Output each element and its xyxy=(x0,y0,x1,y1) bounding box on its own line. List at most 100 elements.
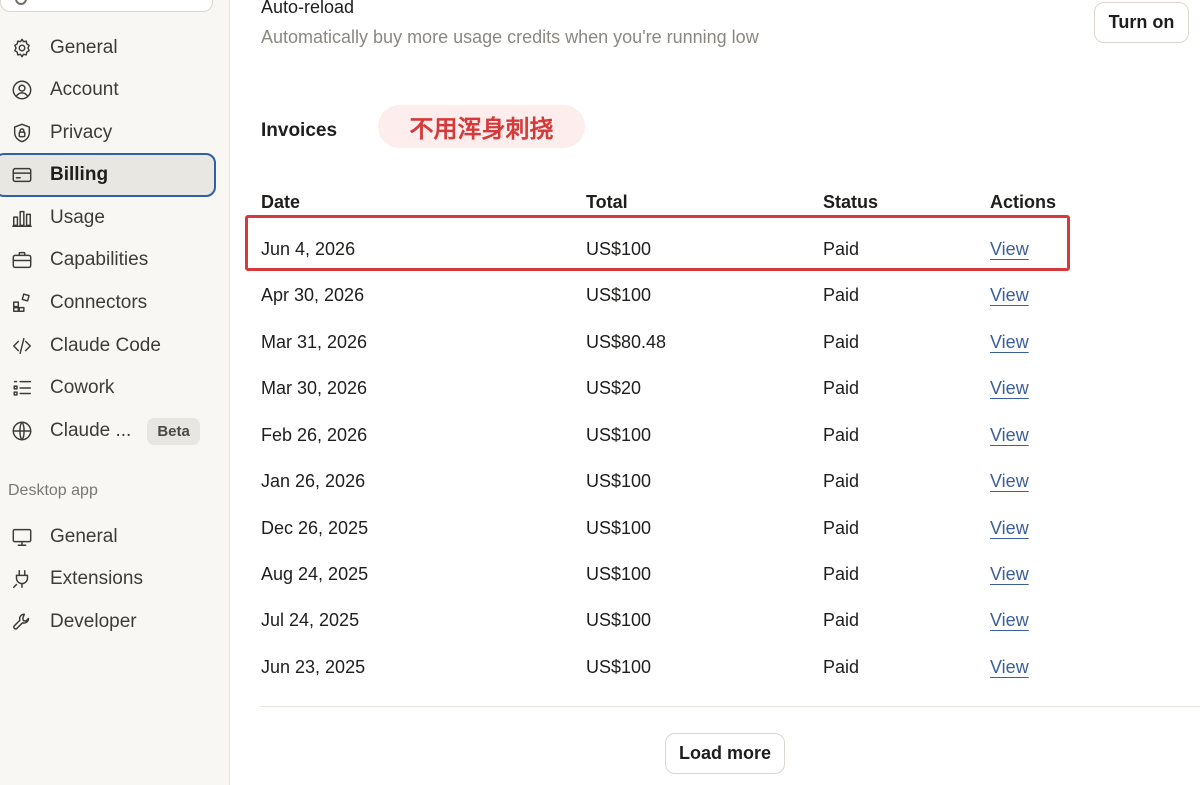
invoice-status: Paid xyxy=(823,239,860,259)
view-invoice-link[interactable]: View xyxy=(990,551,1029,597)
sidebar-item-connectors[interactable]: Connectors xyxy=(0,281,216,325)
sidebar-item-extensions[interactable]: Extensions xyxy=(0,557,216,601)
view-invoice-link[interactable]: View xyxy=(990,365,1029,411)
search-icon xyxy=(15,0,27,5)
column-header-status: Status xyxy=(823,192,879,212)
sidebar-item-developer[interactable]: Developer xyxy=(0,600,216,644)
invoice-date: Mar 30, 2026 xyxy=(261,378,368,398)
invoice-status: Paid xyxy=(823,285,860,305)
invoice-total: US$80.48 xyxy=(586,332,667,352)
invoice-total: US$100 xyxy=(586,657,652,677)
auto-reload-title: Auto-reload xyxy=(261,0,355,17)
sidebar-item-desktop-general[interactable]: General xyxy=(0,515,216,559)
invoice-status: Paid xyxy=(823,610,860,630)
view-invoice-link[interactable]: View xyxy=(990,412,1029,458)
invoice-date: Jul 24, 2025 xyxy=(261,610,360,630)
sidebar-item-cowork[interactable]: Cowork xyxy=(0,366,216,410)
invoice-total: US$100 xyxy=(586,471,652,491)
invoice-total: US$100 xyxy=(586,518,652,538)
table-row: Mar 31, 2026 US$80.48 Paid View xyxy=(230,319,1200,365)
table-row: Jan 26, 2026 US$100 Paid View xyxy=(230,458,1200,504)
sidebar-item-label: Billing xyxy=(50,164,109,185)
shield-lock-icon xyxy=(10,121,34,145)
auto-reload-description: Automatically buy more usage credits whe… xyxy=(261,27,759,47)
invoice-status: Paid xyxy=(823,564,860,584)
invoice-date: Dec 26, 2025 xyxy=(261,518,369,538)
briefcase-icon xyxy=(10,248,34,272)
invoice-date: Feb 26, 2026 xyxy=(261,425,368,445)
billing-content: Auto-reload Automatically buy more usage… xyxy=(230,0,1200,785)
sidebar-item-billing[interactable]: Billing xyxy=(0,153,216,197)
credit-card-icon xyxy=(10,163,34,187)
view-invoice-link[interactable]: View xyxy=(990,226,1029,272)
table-row: Dec 26, 2025 US$100 Paid View xyxy=(230,505,1200,551)
invoice-date: Jan 26, 2026 xyxy=(261,471,366,491)
sidebar-item-claude-code[interactable]: Claude Code xyxy=(0,324,216,368)
wrench-icon xyxy=(10,610,34,634)
user-circle-icon xyxy=(10,78,34,102)
invoice-status: Paid xyxy=(823,332,860,352)
blocks-icon xyxy=(10,291,34,315)
table-row: Feb 26, 2026 US$100 Paid View xyxy=(230,412,1200,458)
invoice-total: US$100 xyxy=(586,564,652,584)
load-more-button[interactable]: Load more xyxy=(665,733,785,774)
view-invoice-link[interactable]: View xyxy=(990,644,1029,690)
column-header-total: Total xyxy=(586,192,628,212)
invoice-status: Paid xyxy=(823,425,860,445)
sidebar-item-label: Privacy xyxy=(50,122,113,143)
checklist-icon xyxy=(10,376,34,400)
sidebar-item-label: General xyxy=(50,37,118,58)
invoice-total: US$100 xyxy=(586,610,652,630)
view-invoice-link[interactable]: View xyxy=(990,597,1029,643)
invoice-date: Aug 24, 2025 xyxy=(261,564,369,584)
table-row: Mar 30, 2026 US$20 Paid View xyxy=(230,365,1200,411)
sidebar-item-label: General xyxy=(50,526,118,547)
code-icon xyxy=(10,334,34,358)
sidebar-item-label: Claude Code xyxy=(50,335,161,356)
beta-badge: Beta xyxy=(147,417,200,445)
sidebar-item-privacy[interactable]: Privacy xyxy=(0,111,216,155)
sidebar-item-usage[interactable]: Usage xyxy=(0,196,216,240)
bar-chart-icon xyxy=(10,206,34,230)
sidebar-item-general[interactable]: General xyxy=(0,26,216,70)
turn-on-button[interactable]: Turn on xyxy=(1094,2,1189,43)
sidebar-item-label: Extensions xyxy=(50,568,143,589)
search-input[interactable] xyxy=(0,0,213,12)
monitor-icon xyxy=(10,525,34,549)
view-invoice-link[interactable]: View xyxy=(990,272,1029,318)
section-label-desktop-app: Desktop app xyxy=(8,482,98,499)
view-invoice-link[interactable]: View xyxy=(990,505,1029,551)
invoice-total: US$100 xyxy=(586,285,652,305)
settings-sidebar: General Account Privacy Billing Usage Ca… xyxy=(0,0,230,785)
sidebar-item-claude-in-chrome[interactable]: Claude ... Beta xyxy=(0,409,216,453)
sidebar-item-label: Developer xyxy=(50,611,137,632)
sidebar-item-label: Capabilities xyxy=(50,249,149,270)
column-header-actions: Actions xyxy=(990,192,1057,212)
sidebar-item-label: Claude ... xyxy=(50,420,132,441)
globe-icon xyxy=(10,419,34,443)
invoice-total: US$100 xyxy=(586,239,652,259)
invoice-date: Apr 30, 2026 xyxy=(261,285,365,305)
plug-icon xyxy=(10,567,34,591)
invoice-status: Paid xyxy=(823,471,860,491)
invoices-title: Invoices xyxy=(261,120,338,141)
table-row: Jul 24, 2025 US$100 Paid View xyxy=(230,597,1200,643)
invoice-date: Mar 31, 2026 xyxy=(261,332,368,352)
invoice-total: US$100 xyxy=(586,425,652,445)
invoice-total: US$20 xyxy=(586,378,642,398)
invoice-date: Jun 4, 2026 xyxy=(261,239,356,259)
table-row: Aug 24, 2025 US$100 Paid View xyxy=(230,551,1200,597)
view-invoice-link[interactable]: View xyxy=(990,458,1029,504)
invoice-status: Paid xyxy=(823,378,860,398)
sidebar-item-label: Cowork xyxy=(50,377,115,398)
view-invoice-link[interactable]: View xyxy=(990,319,1029,365)
annotation-label: 不用浑身刺挠 xyxy=(378,105,585,148)
invoice-status: Paid xyxy=(823,657,860,677)
sidebar-item-label: Connectors xyxy=(50,292,148,313)
sidebar-item-label: Usage xyxy=(50,207,105,228)
table-row: Jun 23, 2025 US$100 Paid View xyxy=(230,644,1200,690)
sidebar-item-account[interactable]: Account xyxy=(0,68,216,112)
sidebar-item-capabilities[interactable]: Capabilities xyxy=(0,238,216,282)
table-row: Jun 4, 2026 US$100 Paid View xyxy=(230,226,1200,272)
invoice-date: Jun 23, 2025 xyxy=(261,657,366,677)
